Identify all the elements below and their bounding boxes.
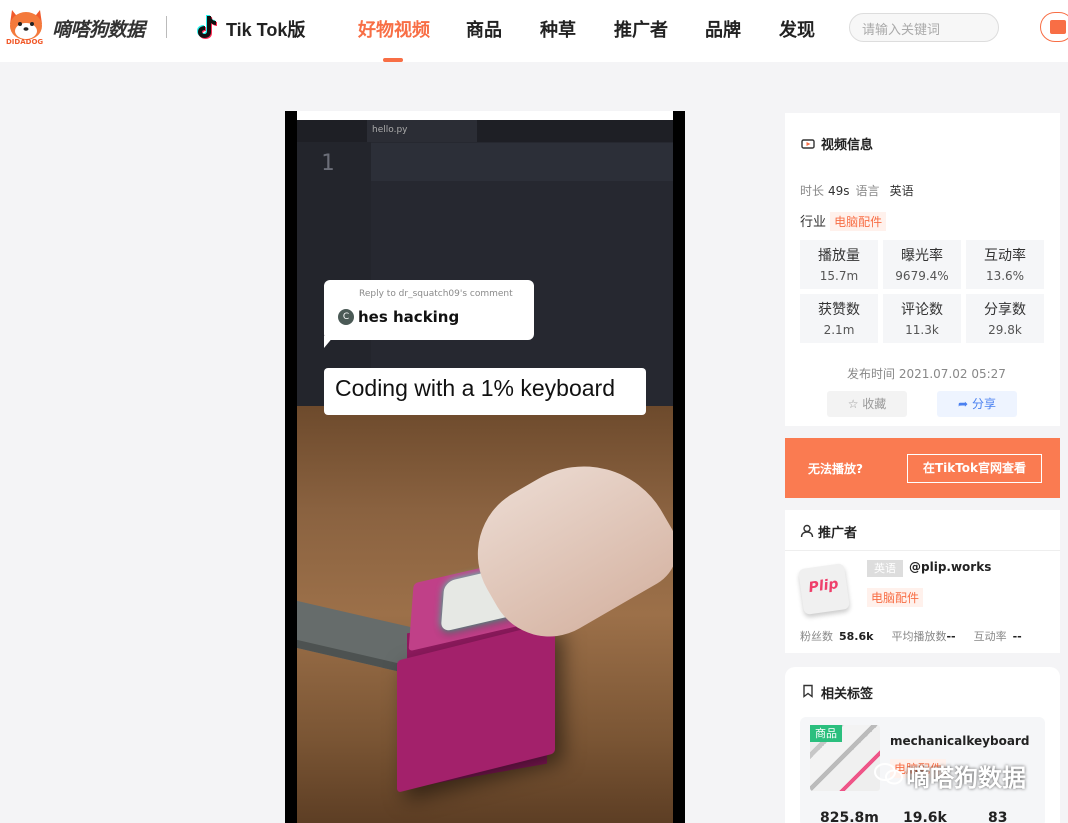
promoter-divider xyxy=(785,550,1060,551)
promoter-avatar[interactable]: Plip xyxy=(798,563,850,615)
nav-discover[interactable]: 发现 xyxy=(779,16,815,42)
stat-value: 9679.4% xyxy=(895,269,949,283)
tag-stat-videos: 19.6k xyxy=(903,810,947,823)
reply-comment-text: hes hacking xyxy=(358,308,460,326)
language-value: 英语 xyxy=(889,184,914,198)
nav-good-videos[interactable]: 好物视频 xyxy=(358,16,430,42)
share-arrow-icon: ➦ xyxy=(958,397,969,411)
editor-line-number: 1 xyxy=(321,151,335,176)
stat-value: 2.1m xyxy=(823,323,855,337)
nav-seeding[interactable]: 种草 xyxy=(540,16,576,42)
logo-subtitle: DIDADOG xyxy=(6,38,44,46)
stat-value: 11.3k xyxy=(905,323,939,337)
promoter-handle[interactable]: @plip.works xyxy=(909,560,991,574)
stat-label: 互动率 xyxy=(984,248,1026,264)
bookmark-icon xyxy=(803,684,813,698)
publish-time: 发布时间 2021.07.02 05:27 xyxy=(847,367,1006,381)
industry-tag[interactable]: 电脑配件 xyxy=(830,212,887,231)
video-info-title: 视频信息 xyxy=(821,138,874,153)
reply-bubble-tail xyxy=(324,336,334,348)
promoter-stats: 粉丝数 58.6k 平均播放数-- 互动率 -- xyxy=(800,628,1040,644)
stat-engagement: 互动率 13.6% xyxy=(966,240,1044,289)
related-tags-title: 相关标签 xyxy=(821,687,874,702)
stat-exposure: 曝光率 9679.4% xyxy=(883,240,961,289)
top-header: DIDADOG 嘀嗒狗数据 Tik Tok版 好物视频 商品 种草 推广者 品牌… xyxy=(0,0,1068,62)
commenter-avatar: C xyxy=(338,309,354,325)
watermark-text: 嘀嗒狗数据 xyxy=(906,764,1026,792)
logo-text[interactable]: 嘀嗒狗数据 xyxy=(52,15,145,42)
tag-name[interactable]: mechanicalkeyboard xyxy=(890,734,1029,748)
cannot-play-text: 无法播放? xyxy=(808,462,863,476)
duration-language-row: 时长 49s 语言 英语 xyxy=(800,182,920,199)
engagement-label: 互动率 xyxy=(973,630,1007,643)
product-badge: 商品 xyxy=(810,725,842,742)
video-icon xyxy=(801,139,815,149)
tiktok-icon xyxy=(197,15,217,39)
gift-button[interactable] xyxy=(1040,12,1068,42)
editor-filename: hello.py xyxy=(372,125,408,135)
favorite-label: 收藏 xyxy=(862,397,887,411)
language-label: 语言 xyxy=(855,184,880,198)
fans-value: 58.6k xyxy=(839,630,874,643)
editor-current-line xyxy=(371,143,673,181)
stat-comments: 评论数 11.3k xyxy=(883,294,961,343)
stat-label: 分享数 xyxy=(984,302,1026,318)
tag-stat-plays: 825.8m xyxy=(820,810,879,823)
stat-value: 13.6% xyxy=(985,269,1025,283)
avg-play-value: -- xyxy=(946,630,956,643)
promoter-title: 推广者 xyxy=(818,526,858,541)
industry-label: 行业 xyxy=(800,215,827,230)
video-player[interactable]: hello.py 1 Reply to dr_squatch09's comme… xyxy=(285,111,685,823)
stat-value: 29.8k xyxy=(988,323,1022,337)
person-icon xyxy=(800,524,814,538)
editor-tab-strip xyxy=(297,120,673,142)
related-tags-card: 相关标签 商品 mechanicalkeyboard 电脑配件 825.8m 1… xyxy=(785,667,1060,823)
nav-promoters[interactable]: 推广者 xyxy=(614,16,668,42)
duration-label: 时长 xyxy=(800,184,825,198)
wechat-icon xyxy=(874,763,903,785)
view-on-tiktok-button[interactable]: 在TikTok官网查看 xyxy=(907,454,1042,483)
favorite-button[interactable]: ☆ 收藏 xyxy=(827,391,907,417)
stat-label: 评论数 xyxy=(901,302,943,318)
duration-value: 49s xyxy=(828,184,850,198)
video-frame: hello.py 1 Reply to dr_squatch09's comme… xyxy=(297,111,673,823)
promoter-language-badge: 英语 xyxy=(867,560,903,577)
stat-label: 获赞数 xyxy=(818,302,860,318)
reply-to-label: Reply to dr_squatch09's comment xyxy=(359,289,513,299)
nav-active-indicator xyxy=(383,58,403,62)
stat-shares: 分享数 29.8k xyxy=(966,294,1044,343)
video-caption: Coding with a 1% keyboard xyxy=(324,368,646,415)
platform-label[interactable]: Tik Tok版 xyxy=(226,16,305,42)
avg-play-label: 平均播放数 xyxy=(891,630,947,643)
editor-gutter xyxy=(297,142,371,406)
industry-row: 行业 电脑配件 xyxy=(800,211,887,231)
video-info-card: 视频信息 时长 49s 语言 英语 行业 电脑配件 播放量 15.7m 曝光率 967… xyxy=(785,113,1060,426)
promoter-industry-tag[interactable]: 电脑配件 xyxy=(867,588,924,607)
nav-products[interactable]: 商品 xyxy=(466,16,502,42)
header-divider xyxy=(166,16,167,38)
stat-value: 15.7m xyxy=(819,269,859,283)
share-button[interactable]: ➦ 分享 xyxy=(937,391,1017,417)
stat-label: 曝光率 xyxy=(901,248,943,264)
nav-brands[interactable]: 品牌 xyxy=(705,16,741,42)
share-label: 分享 xyxy=(971,397,996,411)
search-input[interactable] xyxy=(849,13,999,42)
editor-top-bar xyxy=(297,111,673,120)
star-icon: ☆ xyxy=(847,397,859,411)
cannot-play-banner: 无法播放? 在TikTok官网查看 xyxy=(785,438,1060,498)
promoter-card: 推广者 Plip 英语 @plip.works 电脑配件 粉丝数 58.6k 平均播… xyxy=(785,510,1060,653)
promoter-logo-text: Plip xyxy=(807,576,840,597)
tag-stat-count: 83 xyxy=(988,810,1008,823)
stat-likes: 获赞数 2.1m xyxy=(800,294,878,343)
gift-icon xyxy=(1050,20,1066,34)
fans-label: 粉丝数 xyxy=(800,630,833,643)
stat-plays: 播放量 15.7m xyxy=(800,240,878,289)
stat-label: 播放量 xyxy=(818,248,860,264)
engagement-value: -- xyxy=(1012,630,1022,643)
